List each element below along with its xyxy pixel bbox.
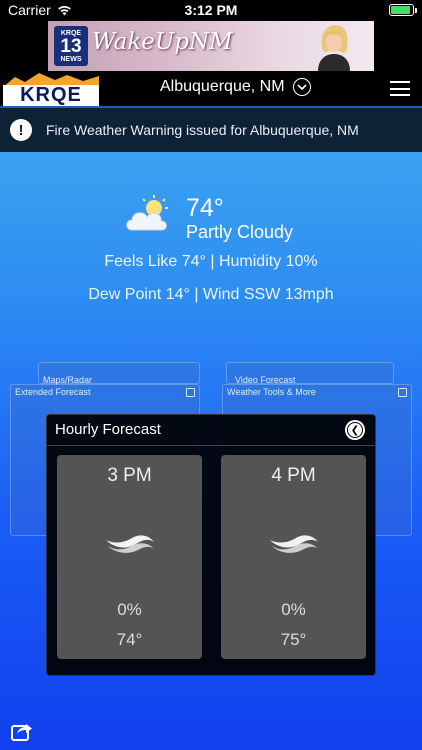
partly-cloudy-icon xyxy=(126,195,168,231)
hour-temp: 74° xyxy=(116,630,143,649)
battery-icon xyxy=(389,4,417,16)
weather-alert-bar[interactable]: ! Fire Weather Warning issued for Albuqu… xyxy=(0,108,422,152)
menu-icon[interactable] xyxy=(390,81,410,96)
condition-text: Partly Cloudy xyxy=(186,222,294,242)
chevron-down-icon xyxy=(292,78,311,96)
list-icon xyxy=(398,388,407,397)
current-temp: 74° xyxy=(186,194,224,222)
news13-logo: KRQE 13 NEWS xyxy=(54,26,88,66)
dew-wind: Dew Point 14° | Wind SSW 13mph xyxy=(88,286,334,303)
wind-icon xyxy=(106,535,154,553)
calendar-icon xyxy=(186,388,195,397)
battery-fill xyxy=(391,6,410,14)
status-bar: Carrier 3:12 PM xyxy=(0,0,422,20)
alert-text: Fire Weather Warning issued for Albuquer… xyxy=(46,122,359,138)
current-conditions: 74° Partly Cloudy xyxy=(124,194,293,242)
maps-radar-card[interactable]: Maps/Radar xyxy=(38,362,200,385)
hour-time: 4 PM xyxy=(271,465,316,486)
panel-title: Hourly Forecast xyxy=(55,421,161,438)
hour-card[interactable]: 4 PM 0% 75° xyxy=(221,455,366,659)
hourly-forecast-panel: Hourly Forecast ❮ 3 PM 0% 74° 4 PM 0% 75… xyxy=(46,414,376,676)
presenter-photo xyxy=(318,25,350,71)
hour-time: 3 PM xyxy=(107,465,152,486)
ad-banner[interactable]: KRQE 13 NEWS WakeUpNM xyxy=(48,21,374,71)
app-header: KRQE Albuquerque, NM xyxy=(0,72,422,106)
hour-temp: 75° xyxy=(280,630,307,649)
feels-humidity: Feels Like 74° | Humidity 10% xyxy=(104,253,318,270)
ad-tagline: WakeUpNM xyxy=(92,29,233,55)
alert-icon: ! xyxy=(10,119,32,141)
krqe-logo[interactable]: KRQE xyxy=(3,73,99,106)
video-forecast-card[interactable]: Video Forecast xyxy=(226,362,394,385)
panel-divider xyxy=(47,445,375,446)
location-label: Albuquerque, NM xyxy=(160,78,285,95)
share-icon[interactable] xyxy=(10,718,34,742)
close-icon[interactable]: ❮ xyxy=(345,420,365,440)
hour-precip: 0% xyxy=(117,600,142,619)
hour-card[interactable]: 3 PM 0% 74° xyxy=(57,455,202,659)
status-time: 3:12 PM xyxy=(184,2,238,18)
wind-icon xyxy=(270,535,318,553)
hour-precip: 0% xyxy=(281,600,306,619)
location-selector[interactable]: Albuquerque, NM xyxy=(160,78,311,96)
